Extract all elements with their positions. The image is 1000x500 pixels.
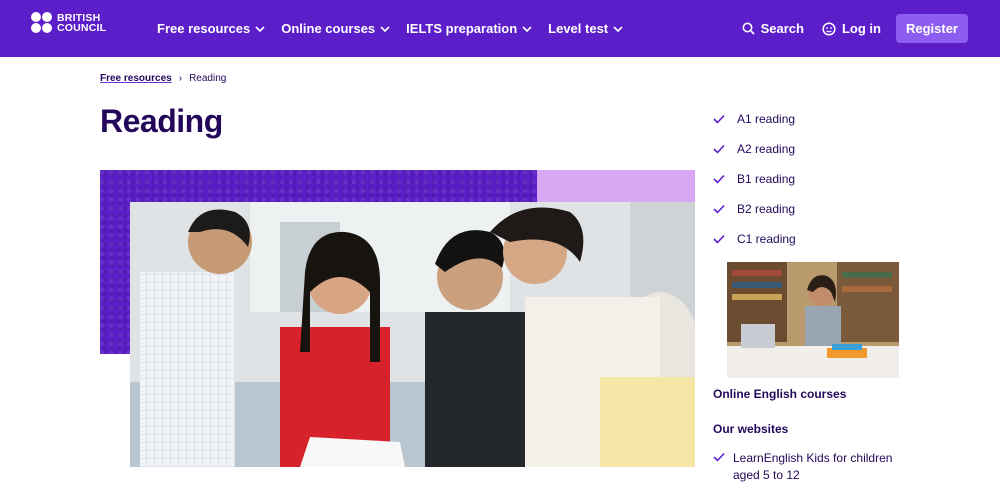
- chevron-down-icon: [522, 25, 532, 32]
- sidebar-item-a2-reading[interactable]: A2 reading: [713, 134, 796, 164]
- checkmark-icon: [713, 144, 729, 154]
- main-nav: Free resources Online courses IELTS prep…: [157, 0, 639, 57]
- checkmark-icon: [713, 174, 729, 184]
- hero-lilac-block: [537, 170, 695, 202]
- checkmark-icon: [713, 234, 729, 244]
- checkmark-icon: [713, 452, 725, 462]
- sidebar-item-a1-reading[interactable]: A1 reading: [713, 104, 796, 134]
- nav-level-test[interactable]: Level test: [548, 21, 623, 36]
- british-council-logo[interactable]: BRITISH COUNCIL: [31, 12, 106, 34]
- online-english-courses-link[interactable]: Online English courses: [713, 387, 846, 401]
- hero-photo: [130, 202, 695, 467]
- nav-online-courses[interactable]: Online courses: [281, 21, 390, 36]
- search-button[interactable]: Search: [742, 21, 804, 36]
- sidebar-item-c1-reading[interactable]: C1 reading: [713, 224, 796, 254]
- register-button[interactable]: Register: [895, 14, 968, 43]
- chevron-down-icon: [255, 25, 265, 32]
- search-icon: [742, 22, 755, 35]
- nav-ielts-preparation[interactable]: IELTS preparation: [406, 21, 532, 36]
- utility-nav: Search Log in Register: [724, 0, 968, 57]
- chevron-down-icon: [380, 25, 390, 32]
- nav-free-resources[interactable]: Free resources: [157, 21, 265, 36]
- our-websites-heading: Our websites: [713, 422, 789, 436]
- breadcrumb-separator: ›: [178, 73, 183, 84]
- chevron-down-icon: [613, 25, 623, 32]
- breadcrumb-current: Reading: [189, 73, 227, 84]
- login-button[interactable]: Log in: [822, 21, 881, 36]
- learnenglish-kids-link[interactable]: LearnEnglish Kids for children aged 5 to…: [713, 450, 903, 484]
- checkmark-icon: [713, 204, 729, 214]
- logo-dots-icon: [31, 12, 53, 34]
- online-courses-promo-image[interactable]: [727, 262, 899, 378]
- top-navigation-bar: BRITISH COUNCIL Free resources Online co…: [0, 0, 1000, 57]
- logo-wordmark: BRITISH COUNCIL: [57, 11, 107, 34]
- breadcrumb: Free resources › Reading: [100, 73, 226, 84]
- reading-levels-list: A1 reading A2 reading B1 reading B2 read…: [713, 104, 796, 254]
- checkmark-icon: [713, 114, 729, 124]
- breadcrumb-free-resources[interactable]: Free resources: [100, 73, 172, 84]
- page-title: Reading: [100, 103, 223, 139]
- sidebar-item-b1-reading[interactable]: B1 reading: [713, 164, 796, 194]
- user-icon: [822, 21, 836, 36]
- sidebar-item-b2-reading[interactable]: B2 reading: [713, 194, 796, 224]
